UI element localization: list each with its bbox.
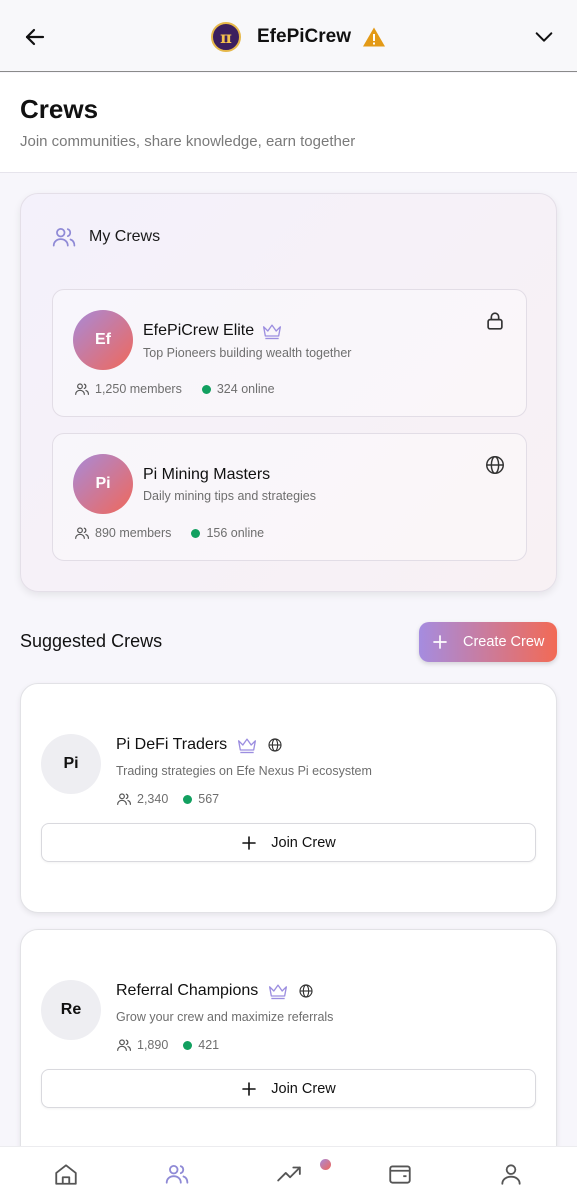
crew-stats: 1,890 421: [116, 1037, 219, 1053]
suggested-crews-title: Suggested Crews: [20, 631, 163, 651]
online-count: 324 online: [216, 382, 275, 396]
wallet-icon[interactable]: [387, 1161, 413, 1187]
pi-logo: π: [211, 22, 241, 52]
lock-icon: [487, 312, 503, 330]
globe-icon: [299, 984, 313, 998]
my-crew-card[interactable]: Pi Pi Mining Masters Daily mining tips a…: [52, 433, 527, 561]
crew-name-text: EfePiCrew Elite: [143, 322, 255, 339]
my-crew-card[interactable]: Ef EfePiCrew Elite Top Pioneers building…: [52, 289, 527, 417]
member-count: 2,340: [137, 792, 169, 806]
trending-icon[interactable]: [276, 1161, 302, 1187]
online-dot: [191, 528, 201, 538]
member-count: 1,250 members: [95, 382, 182, 396]
bottom-navigation: [0, 1146, 577, 1200]
suggested-crew-card: Pi Pi DeFi Traders Trading strategies on…: [20, 683, 557, 913]
crew-description: Trading strategies on Efe Nexus Pi ecosy…: [116, 764, 372, 778]
plus-icon: [433, 635, 447, 649]
home-icon[interactable]: [53, 1161, 79, 1187]
join-crew-button[interactable]: Join Crew: [41, 823, 536, 862]
online-dot: [183, 794, 193, 804]
dropdown-button[interactable]: [533, 26, 555, 48]
member-count: 1,890: [137, 1038, 169, 1052]
crew-name-text: Referral Champions: [116, 982, 259, 999]
crown-icon: [238, 738, 257, 754]
crew-description: Daily mining tips and strategies: [143, 489, 316, 503]
crew-avatar: Pi: [41, 734, 101, 794]
join-crew-label: Join Crew: [271, 1080, 336, 1097]
crew-stats: 2,340 567: [116, 791, 219, 807]
crew-avatar: Re: [41, 980, 101, 1040]
crew-name-text: Pi Mining Masters: [143, 466, 271, 483]
join-crew-button[interactable]: Join Crew: [41, 1069, 536, 1108]
online-count: 156 online: [206, 526, 265, 540]
crew-stats: 1,250 members 324 online: [74, 381, 275, 397]
create-crew-button[interactable]: Create Crew: [419, 622, 557, 662]
online-count: 421: [198, 1038, 220, 1052]
page-title: Crews: [20, 94, 99, 124]
plus-icon: [242, 1081, 257, 1096]
online-dot: [201, 384, 211, 394]
members-icon: [117, 1039, 131, 1051]
members-icon: [75, 527, 89, 539]
users-icon: [52, 228, 76, 247]
arrow-left-icon: [25, 28, 45, 46]
my-crews-label: My Crews: [89, 228, 161, 245]
warning-icon[interactable]: [362, 25, 386, 49]
suggested-crew-card: Re Referral Champions Grow your crew and…: [20, 929, 557, 1169]
back-button[interactable]: [22, 24, 48, 50]
profile-icon[interactable]: [498, 1161, 524, 1187]
notification-dot: [320, 1159, 331, 1170]
members-icon: [75, 383, 89, 395]
crew-name: Referral Champions: [116, 982, 314, 1000]
crews-icon[interactable]: [164, 1161, 190, 1187]
my-crews-heading: My Crews: [51, 224, 160, 250]
online-dot: [183, 1040, 193, 1050]
crew-name: EfePiCrew Elite: [143, 322, 282, 340]
page-header: Crews Join communities, share knowledge,…: [0, 73, 577, 173]
globe-icon: [486, 456, 504, 474]
crew-description: Top Pioneers building wealth together: [143, 346, 352, 360]
member-count: 890 members: [95, 526, 172, 540]
crew-avatar: Pi: [73, 454, 133, 514]
members-icon: [117, 793, 131, 805]
crown-icon: [263, 324, 282, 340]
crew-description: Grow your crew and maximize referrals: [116, 1010, 334, 1024]
crown-icon: [269, 984, 288, 1000]
crew-stats: 890 members 156 online: [74, 525, 264, 541]
chevron-down-icon: [535, 32, 553, 42]
online-count: 567: [198, 792, 220, 806]
page-subtitle: Join communities, share knowledge, earn …: [20, 133, 356, 150]
app-title: EfePiCrew: [257, 26, 351, 47]
top-app-bar: π EfePiCrew: [0, 0, 577, 72]
crew-name-text: Pi DeFi Traders: [116, 736, 228, 753]
plus-icon: [242, 835, 257, 850]
join-crew-label: Join Crew: [271, 834, 336, 851]
create-crew-label: Create Crew: [463, 634, 545, 650]
globe-icon: [268, 738, 282, 752]
app-identity[interactable]: π EfePiCrew: [211, 22, 386, 52]
crew-name: Pi Mining Masters: [143, 466, 270, 484]
crew-avatar: Ef: [73, 310, 133, 370]
my-crews-panel: My Crews Ef EfePiCrew Elite Top Pioneers…: [20, 193, 557, 592]
crew-name: Pi DeFi Traders: [116, 736, 283, 754]
